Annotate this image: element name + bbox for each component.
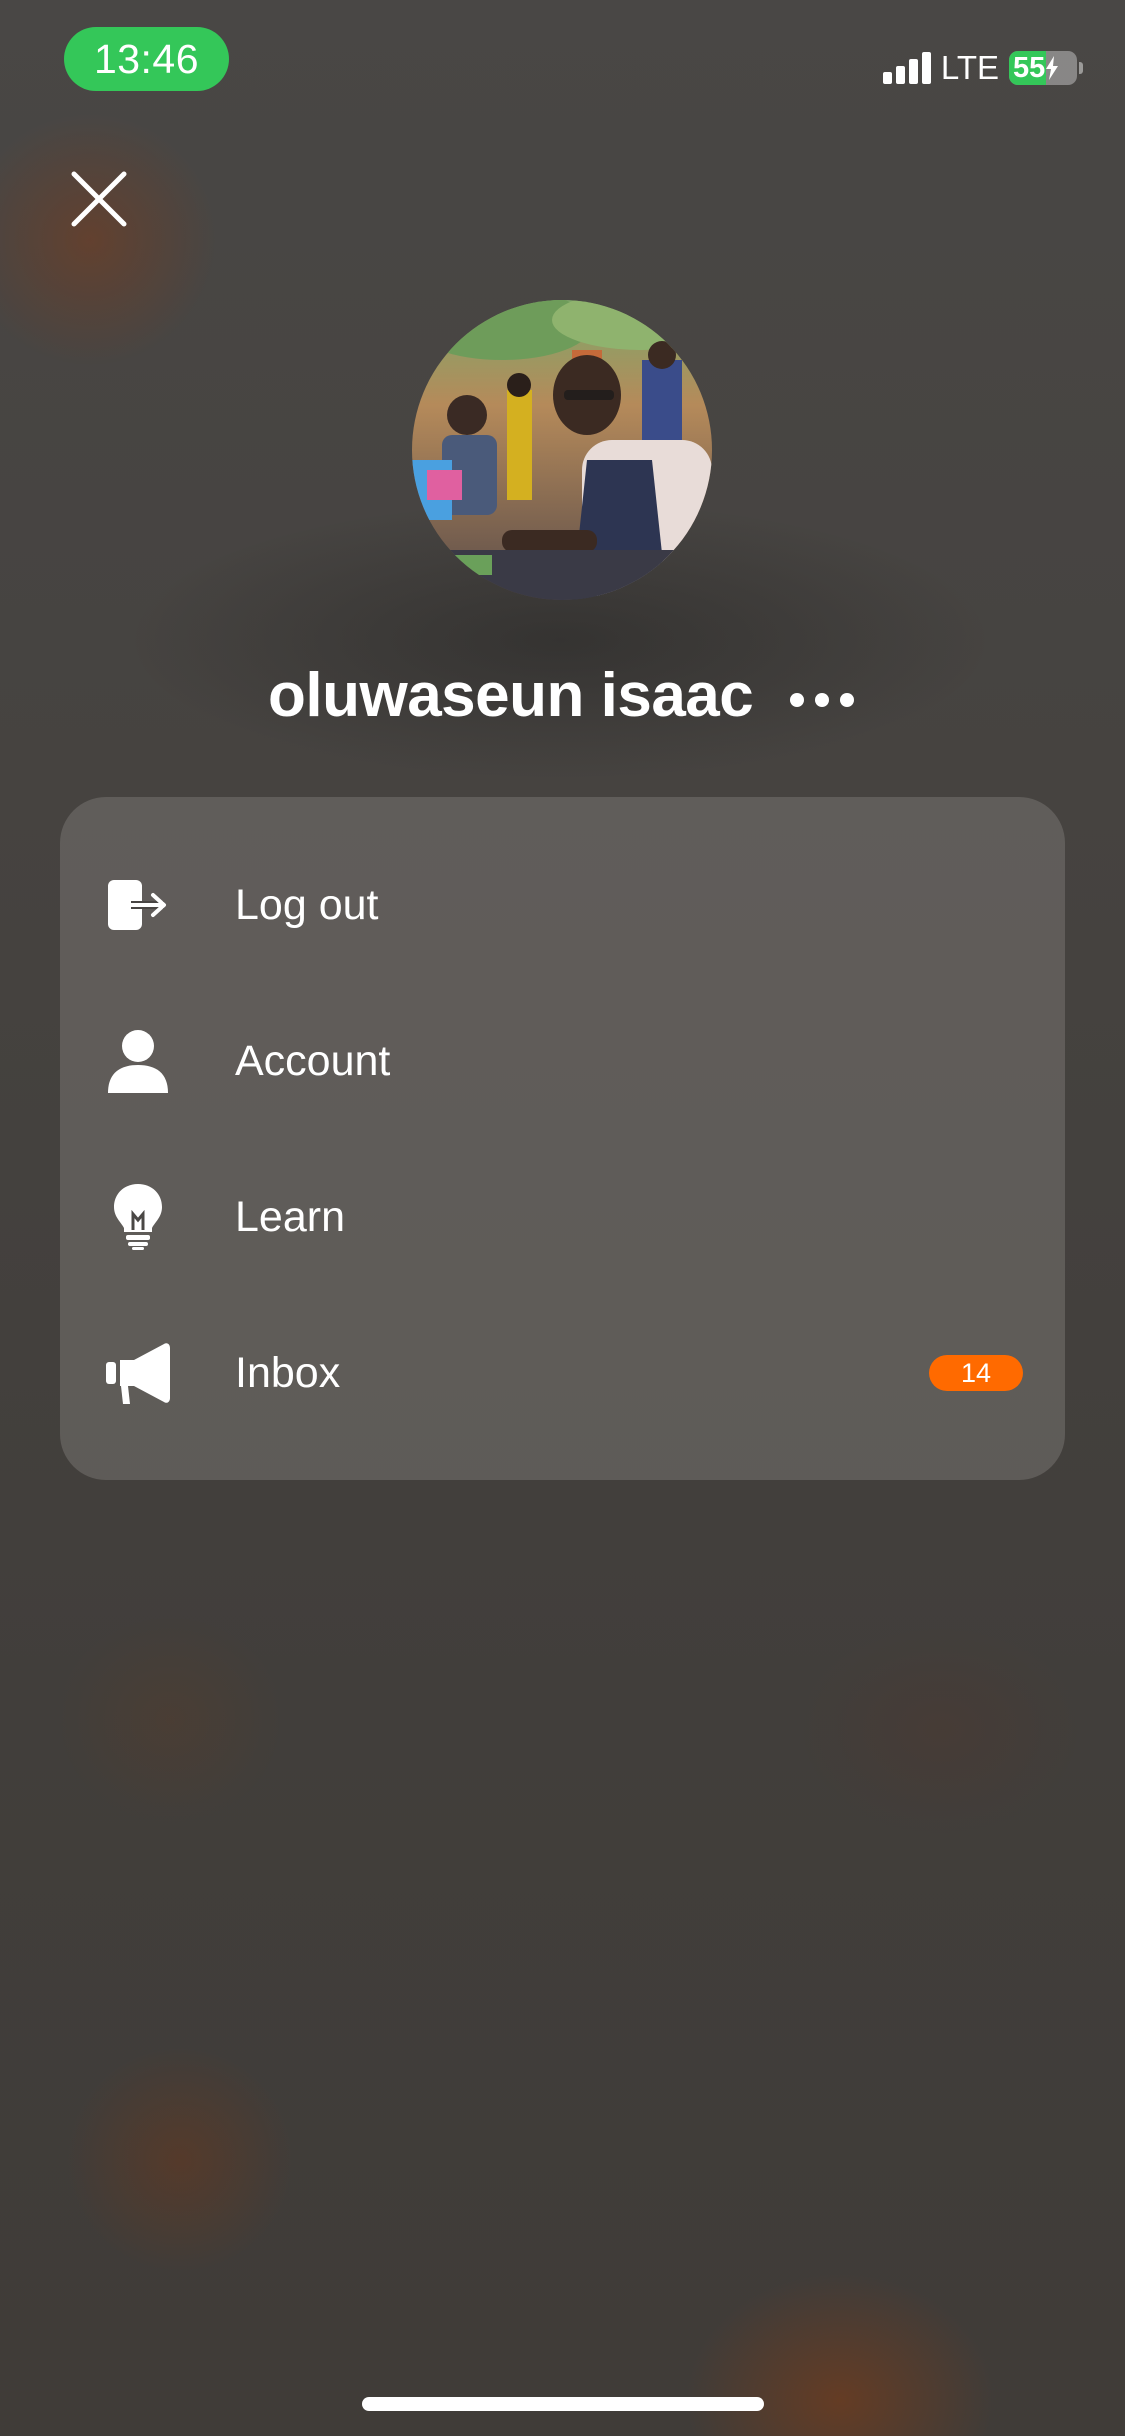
lightbulb-icon (105, 1184, 171, 1250)
close-icon (71, 171, 127, 227)
logout-icon (105, 872, 171, 938)
close-button[interactable] (70, 170, 128, 228)
cellular-signal-icon (882, 52, 931, 84)
menu-item-label: Account (235, 1036, 391, 1085)
menu-item-logout[interactable]: Log out (60, 827, 1065, 983)
inbox-count-badge: 14 (929, 1355, 1023, 1391)
status-time-text: 13:46 (93, 35, 200, 82)
battery-nub (1079, 62, 1083, 74)
user-icon (105, 1028, 171, 1094)
home-indicator[interactable] (362, 2397, 764, 2411)
avatar[interactable] (412, 300, 712, 600)
charging-bolt-icon (1046, 56, 1059, 80)
more-options-button[interactable] (790, 680, 854, 720)
battery-level: 55 (1013, 51, 1046, 84)
profile-name: oluwaseun isaac (268, 661, 754, 730)
menu-item-label: Log out (235, 880, 379, 929)
profile-menu: Log out Account Learn Inbox 14 (60, 797, 1065, 1480)
menu-item-learn[interactable]: Learn (60, 1139, 1065, 1295)
more-horizontal-icon (790, 693, 804, 707)
status-time: 13:46 (64, 27, 229, 91)
menu-item-inbox[interactable]: Inbox 14 (60, 1295, 1065, 1451)
network-type: LTE (940, 49, 999, 86)
megaphone-icon (105, 1340, 171, 1406)
status-indicators: LTE 55 (882, 48, 1083, 88)
menu-item-account[interactable]: Account (60, 983, 1065, 1139)
profile-photo (412, 300, 712, 600)
menu-item-label: Inbox (235, 1348, 341, 1397)
menu-item-label: Learn (235, 1192, 345, 1241)
battery-icon: 55 (1009, 51, 1077, 85)
